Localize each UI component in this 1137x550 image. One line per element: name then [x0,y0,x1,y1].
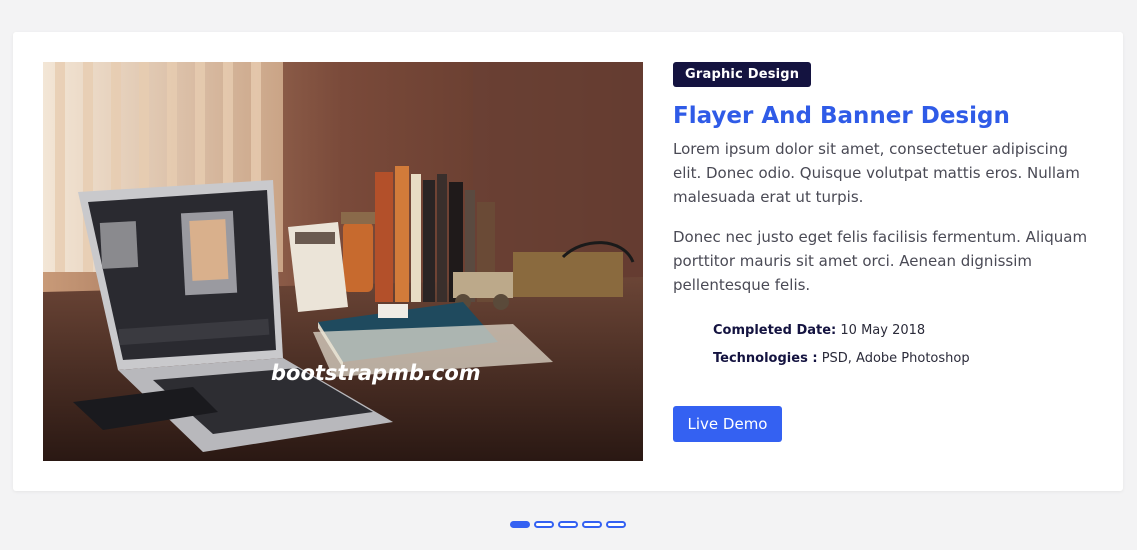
project-meta: Completed Date: 10 May 2018 Technologies… [713,317,1093,373]
carousel-indicators [510,521,626,529]
project-image: bootstrapmb.com [43,62,643,461]
completed-date-row: Completed Date: 10 May 2018 [713,317,1093,345]
technologies-value: PSD, Adobe Photoshop [821,351,970,366]
carousel-indicator-4[interactable] [582,521,602,528]
description-paragraph-2: Donec nec justo eget felis facilisis fer… [673,228,1088,294]
description-paragraph-1: Lorem ipsum dolor sit amet, consectetuer… [673,140,1080,206]
project-details: Graphic Design Flayer And Banner Design … [673,62,1093,442]
completed-date-value: 10 May 2018 [840,323,926,338]
carousel-indicator-5[interactable] [606,521,626,528]
desk-laptop-photo: bootstrapmb.com [43,62,643,461]
carousel-indicator-3[interactable] [558,521,578,528]
project-title: Flayer And Banner Design [673,103,1010,129]
completed-date-label: Completed Date: [713,323,837,338]
image-watermark-text: bootstrapmb.com [271,361,481,385]
live-demo-button[interactable]: Live Demo [673,406,782,442]
portfolio-card: bootstrapmb.com Graphic Design Flayer An… [13,32,1123,491]
carousel-indicator-1[interactable] [510,521,530,528]
technologies-row: Technologies : PSD, Adobe Photoshop [713,345,1093,373]
technologies-label: Technologies : [713,351,818,366]
category-badge: Graphic Design [673,62,812,87]
carousel-indicator-2[interactable] [534,521,554,528]
